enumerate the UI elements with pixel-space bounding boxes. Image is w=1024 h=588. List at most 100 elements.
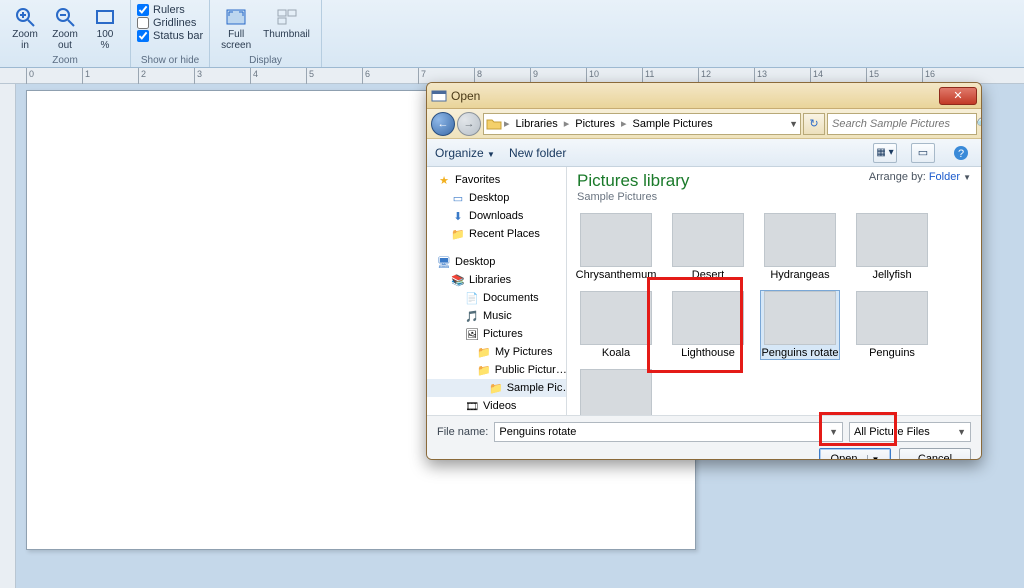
thumbnail-image bbox=[672, 213, 744, 267]
thumbnail-caption: Chrysanthemum bbox=[576, 269, 657, 281]
fullscreen-button[interactable]: Full screen bbox=[216, 2, 256, 54]
organize-menu[interactable]: Organize ▼ bbox=[435, 146, 495, 160]
ribbon-group-show: Rulers Gridlines Status bar Show or hide bbox=[131, 0, 210, 67]
thumbnail-caption: Jellyfish bbox=[872, 269, 911, 281]
thumbnail-item[interactable]: Penguins bbox=[853, 291, 931, 359]
gridlines-checkbox[interactable]: Gridlines bbox=[137, 17, 203, 29]
tree-item[interactable]: ⬇Downloads bbox=[427, 207, 566, 225]
ribbon-group-zoom: Zoom in Zoom out 100 % Zoom bbox=[0, 0, 131, 67]
thumbnail-image bbox=[856, 213, 928, 267]
tree-item[interactable]: 📁Public Pictur… bbox=[427, 361, 566, 379]
thumbnail-item[interactable]: Desert bbox=[669, 213, 747, 281]
ribbon-group-caption: Show or hide bbox=[137, 55, 203, 66]
ribbon-group-caption: Zoom bbox=[6, 55, 124, 66]
ribbon: Zoom in Zoom out 100 % Zoom Rulers Gridl… bbox=[0, 0, 1024, 68]
rulers-checkbox[interactable]: Rulers bbox=[137, 4, 203, 16]
refresh-button[interactable]: ↻ bbox=[803, 113, 825, 135]
preview-pane-button[interactable]: ▭ bbox=[911, 143, 935, 163]
dialog-icon bbox=[431, 88, 447, 104]
folder-icon: 📁 bbox=[477, 363, 491, 377]
arrow-left-icon: ← bbox=[438, 118, 449, 130]
zoom-in-button[interactable]: Zoom in bbox=[6, 2, 44, 54]
crumb[interactable]: Sample Pictures bbox=[629, 118, 717, 130]
tree-item[interactable]: 📁My Pictures bbox=[427, 343, 566, 361]
thumbnail-button[interactable]: Thumbnail bbox=[258, 2, 315, 43]
thumbnail-caption: Koala bbox=[602, 347, 630, 359]
svg-text:?: ? bbox=[958, 148, 964, 160]
new-folder-button[interactable]: New folder bbox=[509, 146, 566, 160]
search-input[interactable] bbox=[832, 118, 975, 130]
tree-pictures[interactable]: 🖼Pictures bbox=[427, 325, 566, 343]
fullscreen-icon bbox=[224, 5, 248, 29]
library-title: Pictures library bbox=[577, 171, 689, 191]
crumb[interactable]: Pictures bbox=[571, 118, 619, 130]
tree-item-selected[interactable]: 📁Sample Pic… bbox=[427, 379, 566, 397]
nav-back-button[interactable]: ← bbox=[431, 112, 455, 136]
zoom-in-icon bbox=[13, 5, 37, 29]
vertical-ruler bbox=[0, 84, 16, 588]
thumbnail-item[interactable]: Lighthouse bbox=[669, 291, 747, 359]
tree-item[interactable]: ▭Desktop bbox=[427, 189, 566, 207]
zoom-100-icon bbox=[93, 5, 117, 29]
star-icon: ★ bbox=[437, 173, 451, 187]
desktop-icon: 🖥 bbox=[437, 255, 451, 269]
help-icon: ? bbox=[953, 145, 969, 161]
folder-icon bbox=[486, 116, 502, 132]
refresh-icon: ↻ bbox=[809, 117, 818, 130]
tree-item[interactable]: 📁Recent Places bbox=[427, 225, 566, 243]
ribbon-group-caption: Display bbox=[216, 55, 315, 66]
libraries-icon: 📚 bbox=[451, 273, 465, 287]
zoom-out-icon bbox=[53, 5, 77, 29]
filename-combo[interactable]: Penguins rotate▼ bbox=[494, 422, 843, 442]
statusbar-checkbox[interactable]: Status bar bbox=[137, 30, 203, 42]
filetype-combo[interactable]: All Picture Files▼ bbox=[849, 422, 971, 442]
dialog-titlebar[interactable]: Open ✕ bbox=[427, 83, 981, 109]
dialog-title: Open bbox=[451, 89, 480, 103]
thumbnail-item[interactable]: Chrysanthemum bbox=[577, 213, 655, 281]
nav-tree[interactable]: ★Favorites ▭Desktop ⬇Downloads 📁Recent P… bbox=[427, 167, 567, 415]
crumb[interactable]: Libraries bbox=[512, 118, 562, 130]
arrow-right-icon: → bbox=[464, 118, 475, 130]
tree-item[interactable]: 🎞Videos bbox=[427, 397, 566, 415]
music-icon: 🎵 bbox=[465, 309, 479, 323]
thumbnail-item[interactable]: Jellyfish bbox=[853, 213, 931, 281]
close-button[interactable]: ✕ bbox=[939, 87, 977, 105]
library-subtitle: Sample Pictures bbox=[577, 191, 689, 203]
open-button[interactable]: Open ▼ bbox=[819, 448, 891, 460]
tree-favorites[interactable]: ★Favorites bbox=[427, 171, 566, 189]
zoom-100-button[interactable]: 100 % bbox=[86, 2, 124, 54]
nav-forward-button[interactable]: → bbox=[457, 112, 481, 136]
thumbnail-item[interactable]: Penguins rotate bbox=[761, 291, 839, 359]
recent-icon: 📁 bbox=[451, 227, 465, 241]
zoom-out-button[interactable]: Zoom out bbox=[46, 2, 84, 54]
tree-item[interactable]: 📄Documents bbox=[427, 289, 566, 307]
thumbnail-grid: Chrysanthemum Desert Hydrangeas Jellyfish Ko… bbox=[577, 213, 971, 415]
cancel-button[interactable]: Cancel bbox=[899, 448, 971, 460]
breadcrumb[interactable]: ▸ Libraries▸ Pictures▸ Sample Pictures ▼ bbox=[483, 113, 801, 135]
thumbnail-caption: Hydrangeas bbox=[770, 269, 829, 281]
thumbnail-item[interactable]: Koala bbox=[577, 291, 655, 359]
thumbnail-item[interactable]: Tulips bbox=[577, 369, 655, 415]
help-button[interactable]: ? bbox=[949, 143, 973, 163]
thumbnail-image bbox=[580, 213, 652, 267]
dialog-toolbar: Organize ▼ New folder ▦ ▾ ▭ ? bbox=[427, 139, 981, 167]
thumbnail-image bbox=[580, 369, 652, 415]
view-icon: ▦ ▾ bbox=[876, 147, 893, 158]
search-box[interactable]: 🔍 bbox=[827, 113, 977, 135]
dialog-body: ★Favorites ▭Desktop ⬇Downloads 📁Recent P… bbox=[427, 167, 981, 415]
dialog-footer: File name: Penguins rotate▼ All Picture … bbox=[427, 415, 981, 460]
filename-label: File name: bbox=[437, 426, 488, 438]
tree-desktop[interactable]: 🖥Desktop bbox=[427, 253, 566, 271]
tree-libraries[interactable]: 📚Libraries bbox=[427, 271, 566, 289]
downloads-icon: ⬇ bbox=[451, 209, 465, 223]
thumbnail-item[interactable]: Hydrangeas bbox=[761, 213, 839, 281]
thumbnail-caption: Desert bbox=[692, 269, 724, 281]
documents-icon: 📄 bbox=[465, 291, 479, 305]
preview-icon: ▭ bbox=[918, 146, 928, 159]
thumbnail-caption: Lighthouse bbox=[681, 347, 735, 359]
arrange-by[interactable]: Arrange by: Folder ▼ bbox=[869, 171, 971, 183]
view-mode-button[interactable]: ▦ ▾ bbox=[873, 143, 897, 163]
tree-item[interactable]: 🎵Music bbox=[427, 307, 566, 325]
ribbon-group-display: Full screen Thumbnail Display bbox=[210, 0, 322, 67]
videos-icon: 🎞 bbox=[465, 399, 479, 413]
